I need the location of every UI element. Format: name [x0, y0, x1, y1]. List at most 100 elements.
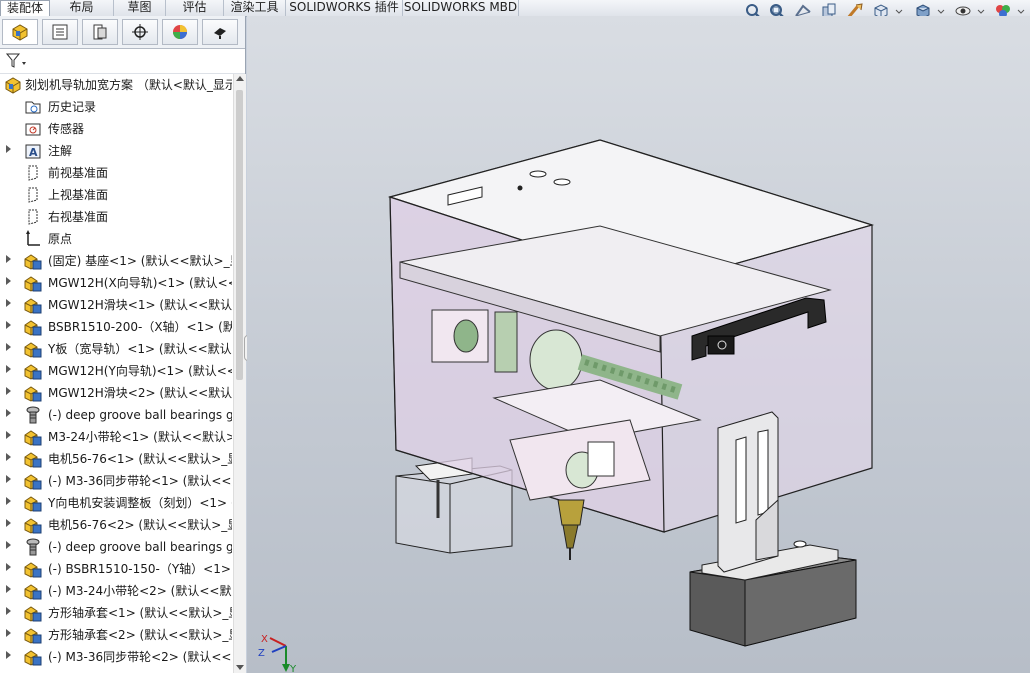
tree-item-label: 前视基准面 [48, 166, 109, 180]
tree-item[interactable]: 方形轴承套<2> (默认<<默认>_显 [0, 624, 232, 646]
tree-item[interactable]: M3-24小带轮<1> (默认<<默认> [0, 426, 232, 448]
expand-arrow-icon[interactable] [6, 277, 11, 285]
svg-text:A: A [29, 146, 38, 159]
expand-arrow-icon[interactable] [6, 607, 11, 615]
coordinate-triad: X Z Y [258, 634, 297, 673]
tab-solidworks-mbd[interactable]: SOLIDWORKS MBD [403, 0, 519, 16]
scroll-up-icon[interactable] [236, 76, 244, 81]
part-icon [24, 452, 42, 468]
expand-arrow-icon[interactable] [6, 431, 11, 439]
tree-item[interactable]: BSBR1510-200-（X轴）<1> (默认 [0, 316, 232, 338]
expand-arrow-icon[interactable] [6, 497, 11, 505]
expand-arrow-icon[interactable] [6, 475, 11, 483]
tree-item-label: MGW12H滑块<1> (默认<<默认> [48, 298, 232, 312]
cam-icon [214, 28, 226, 39]
tab-sketch[interactable]: 草图 [114, 0, 166, 16]
tree-item[interactable]: MGW12H滑块<1> (默认<<默认> [0, 294, 232, 316]
tree-item[interactable]: (-) BSBR1510-150-（Y轴）<1> ( [0, 558, 232, 580]
expand-arrow-icon[interactable] [6, 563, 11, 571]
tree-item[interactable]: MGW12H滑块<2> (默认<<默认> [0, 382, 232, 404]
tree-item-label: 注解 [48, 144, 73, 158]
expand-arrow-icon[interactable] [6, 365, 11, 373]
expand-arrow-icon[interactable] [6, 519, 11, 527]
tree-item[interactable]: (-) M3-36同步带轮<2> (默认<<默 [0, 646, 232, 668]
part-icon [24, 650, 42, 666]
tree-item[interactable]: MGW12H(X向导轨)<1> (默认<< [0, 272, 232, 294]
tab-layout[interactable]: 布局 [50, 0, 114, 16]
configurationmanager-tab[interactable] [82, 19, 118, 45]
annotation-icon: A [25, 144, 41, 159]
expand-arrow-icon[interactable] [6, 585, 11, 593]
tree-item-label: (固定) 基座<1> (默认<<默认>_显 [48, 254, 232, 268]
expand-arrow-icon[interactable] [6, 541, 11, 549]
tab-evaluate[interactable]: 评估 [166, 0, 224, 16]
featuremanager-tab[interactable] [2, 19, 38, 45]
expand-arrow-icon[interactable] [6, 145, 11, 153]
scroll-down-icon[interactable] [236, 665, 244, 670]
tree-item[interactable]: 右视基准面 [0, 206, 232, 228]
tree-item[interactable]: 电机56-76<1> (默认<<默认>_显 [0, 448, 232, 470]
tree-item-label: Y向电机安装调整板（刻划）<1> ( [48, 496, 232, 510]
tree-item-label: (-) M3-36同步带轮<2> (默认<<默 [48, 650, 232, 664]
propertymanager-tab[interactable] [42, 19, 78, 45]
plane-icon [28, 187, 38, 203]
tree-item[interactable]: Y板（宽导轨）<1> (默认<<默认> [0, 338, 232, 360]
scroll-thumb[interactable] [236, 90, 243, 380]
tree-item-label: 上视基准面 [48, 188, 109, 202]
tree-item-label: MGW12H(Y向导轨)<1> (默认<< [48, 364, 232, 378]
tree-item[interactable]: 方形轴承套<1> (默认<<默认>_显 [0, 602, 232, 624]
tree-item-label: Y板（宽导轨）<1> (默认<<默认> [48, 342, 232, 356]
part-icon [24, 342, 42, 358]
display-manager-tab[interactable] [162, 19, 198, 45]
tree-item[interactable]: (固定) 基座<1> (默认<<默认>_显 [0, 250, 232, 272]
assembly-3d-model[interactable]: X Z Y [247, 16, 1030, 673]
tree-item-label: 右视基准面 [48, 210, 109, 224]
expand-arrow-icon[interactable] [6, 409, 11, 417]
tree-scrollbar[interactable] [233, 74, 246, 673]
display-manager-icon [173, 25, 187, 39]
cam-tab[interactable] [202, 19, 238, 45]
tree-item[interactable]: (-) deep groove ball bearings g [0, 536, 232, 558]
expand-arrow-icon[interactable] [6, 387, 11, 395]
tree-item[interactable]: Y向电机安装调整板（刻划）<1> ( [0, 492, 232, 514]
tree-item-label: 方形轴承套<1> (默认<<默认>_显 [48, 606, 232, 620]
part-icon [24, 276, 42, 292]
expand-arrow-icon[interactable] [6, 629, 11, 637]
tree-item[interactable]: 前视基准面 [0, 162, 232, 184]
tree-item[interactable]: A 注解 [0, 140, 232, 162]
tab-assembly[interactable]: 装配体 [0, 0, 50, 17]
expand-arrow-icon[interactable] [6, 255, 11, 263]
tree-item-label: (-) M3-36同步带轮<1> (默认<<默 [48, 474, 232, 488]
tree-item[interactable]: (-) deep groove ball bearings g [0, 404, 232, 426]
plane-icon [28, 209, 38, 225]
tab-render-tools[interactable]: 渲染工具 [224, 0, 286, 16]
tree-item[interactable]: MGW12H(Y向导轨)<1> (默认<< [0, 360, 232, 382]
tree-item[interactable]: 电机56-76<2> (默认<<默认>_显 [0, 514, 232, 536]
tree-item[interactable]: 原点 [0, 228, 232, 250]
assembly-icon [5, 77, 21, 94]
tree-root-label: 刻划机导轨加宽方案 （默认<默认_显示 [25, 78, 232, 92]
tree-item[interactable]: 上视基准面 [0, 184, 232, 206]
tree-item[interactable]: (-) M3-36同步带轮<1> (默认<<默 [0, 470, 232, 492]
tree-item-label: (-) deep groove ball bearings g [48, 540, 232, 554]
tree-item[interactable]: 传感器 [0, 118, 232, 140]
dimxpert-tab[interactable] [122, 19, 158, 45]
tree-item[interactable]: (-) M3-24小带轮<2> (默认<<默认 [0, 580, 232, 602]
part-icon [24, 298, 42, 314]
tree-item-label: (-) M3-24小带轮<2> (默认<<默认 [48, 584, 232, 598]
toolbox-part-icon [26, 406, 40, 424]
tree-root-assembly[interactable]: 刻划机导轨加宽方案 （默认<默认_显示 [0, 74, 232, 96]
expand-arrow-icon[interactable] [6, 299, 11, 307]
part-icon [24, 254, 42, 270]
expand-arrow-icon[interactable] [6, 453, 11, 461]
expand-arrow-icon[interactable] [6, 321, 11, 329]
filter-row [0, 49, 245, 74]
tab-solidworks-addins[interactable]: SOLIDWORKS 插件 [286, 0, 403, 16]
tree-item-label: 方形轴承套<2> (默认<<默认>_显 [48, 628, 232, 642]
tree-item[interactable]: 历史记录 [0, 96, 232, 118]
filter-icon[interactable] [6, 53, 28, 69]
tree-item-label: (-) BSBR1510-150-（Y轴）<1> ( [48, 562, 232, 576]
expand-arrow-icon[interactable] [6, 651, 11, 659]
expand-arrow-icon[interactable] [6, 343, 11, 351]
graphics-area[interactable]: X Z Y [247, 16, 1030, 673]
